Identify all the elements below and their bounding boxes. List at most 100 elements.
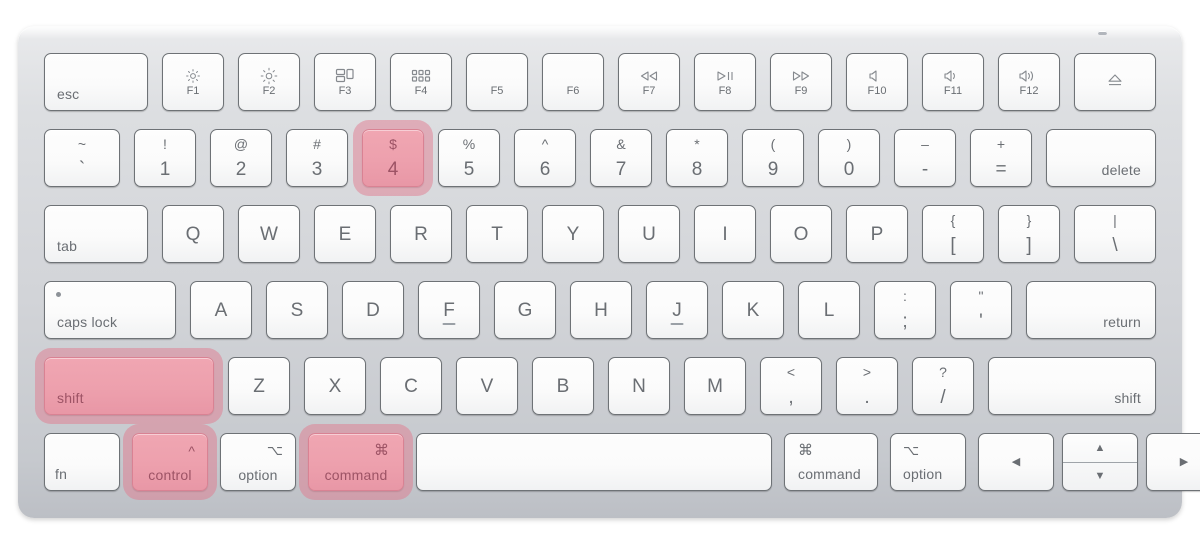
key-comma[interactable]: < ,	[760, 357, 822, 415]
key-k[interactable]: K	[722, 281, 784, 339]
key-n[interactable]: N	[608, 357, 670, 415]
arrow-left-icon: ◀	[1011, 455, 1021, 468]
key-f1[interactable]: F1	[162, 53, 224, 111]
key-f2[interactable]: F2	[238, 53, 300, 111]
key-command-left[interactable]: ⌘ command	[308, 433, 404, 491]
key-label: P	[870, 223, 884, 245]
key-f10[interactable]: F10	[846, 53, 908, 111]
key-6[interactable]: ^ 6	[514, 129, 576, 187]
key-label: C	[404, 375, 418, 397]
key-e[interactable]: E	[314, 205, 376, 263]
key-f4[interactable]: F4	[390, 53, 452, 111]
key-x[interactable]: X	[304, 357, 366, 415]
key-d[interactable]: D	[342, 281, 404, 339]
key-3[interactable]: # 3	[286, 129, 348, 187]
mute-icon	[868, 68, 886, 84]
key-equal[interactable]: + =	[970, 129, 1032, 187]
key-v[interactable]: V	[456, 357, 518, 415]
key-f3[interactable]: F3	[314, 53, 376, 111]
key-fn[interactable]: fn	[44, 433, 120, 491]
key-label: esc	[57, 86, 80, 102]
key-8[interactable]: * 8	[666, 129, 728, 187]
key-shift-right[interactable]: shift	[988, 357, 1156, 415]
key-r[interactable]: R	[390, 205, 452, 263]
key-arrow-up-down[interactable]: ▲ ▼	[1062, 433, 1138, 491]
key-f12[interactable]: F12	[998, 53, 1060, 111]
key-o[interactable]: O	[770, 205, 832, 263]
key-tab[interactable]: tab	[44, 205, 148, 263]
key-s[interactable]: S	[266, 281, 328, 339]
key-z[interactable]: Z	[228, 357, 290, 415]
key-p[interactable]: P	[846, 205, 908, 263]
key-period[interactable]: > .	[836, 357, 898, 415]
key-g[interactable]: G	[494, 281, 556, 339]
key-minus[interactable]: – -	[894, 129, 956, 187]
key-option-left[interactable]: ⌥ option	[220, 433, 296, 491]
key-7[interactable]: & 7	[590, 129, 652, 187]
key-backtick[interactable]: ~ `	[44, 129, 120, 187]
key-arrow-left[interactable]: ◀	[978, 433, 1054, 491]
mission-control-icon	[334, 68, 356, 84]
key-symbol-bottom: 3	[311, 159, 323, 180]
key-y[interactable]: Y	[542, 205, 604, 263]
key-control-left[interactable]: ^ control	[132, 433, 208, 491]
key-a[interactable]: A	[190, 281, 252, 339]
key-delete[interactable]: delete	[1046, 129, 1156, 187]
key-2[interactable]: @ 2	[210, 129, 272, 187]
key-c[interactable]: C	[380, 357, 442, 415]
key-arrow-right[interactable]: ▶	[1146, 433, 1200, 491]
key-f6[interactable]: F6	[542, 53, 604, 111]
key-w[interactable]: W	[238, 205, 300, 263]
key-symbol-top: (	[770, 136, 776, 152]
key-backslash[interactable]: | \	[1074, 205, 1156, 263]
key-esc[interactable]: esc	[44, 53, 148, 111]
arrow-up-icon[interactable]: ▲	[1063, 434, 1137, 463]
key-command-right[interactable]: ⌘ command	[784, 433, 878, 491]
key-m[interactable]: M	[684, 357, 746, 415]
fast-forward-icon	[790, 68, 812, 84]
launchpad-icon	[411, 68, 431, 84]
key-f9[interactable]: F9	[770, 53, 832, 111]
key-4[interactable]: $ 4	[362, 129, 424, 187]
key-space[interactable]	[416, 433, 772, 491]
key-caps-lock[interactable]: caps lock	[44, 281, 176, 339]
key-label: N	[632, 375, 646, 397]
key-t[interactable]: T	[466, 205, 528, 263]
key-f5[interactable]: F5	[466, 53, 528, 111]
key-label: F5	[490, 84, 504, 97]
key-f[interactable]: F	[418, 281, 480, 339]
key-u[interactable]: U	[618, 205, 680, 263]
key-9[interactable]: ( 9	[742, 129, 804, 187]
key-symbol-top: >	[862, 364, 872, 380]
key-shift-left[interactable]: shift	[44, 357, 214, 415]
key-q[interactable]: Q	[162, 205, 224, 263]
key-quote[interactable]: " '	[950, 281, 1012, 339]
key-1[interactable]: ! 1	[134, 129, 196, 187]
key-b[interactable]: B	[532, 357, 594, 415]
key-5[interactable]: % 5	[438, 129, 500, 187]
key-eject[interactable]	[1074, 53, 1156, 111]
key-semicolon[interactable]: : ;	[874, 281, 936, 339]
key-label: shift	[57, 390, 84, 406]
key-lbracket[interactable]: { [	[922, 205, 984, 263]
key-symbol-bottom: /	[940, 387, 946, 408]
key-label: G	[517, 299, 533, 321]
key-j[interactable]: J	[646, 281, 708, 339]
key-f11[interactable]: F11	[922, 53, 984, 111]
brightness-down-icon	[185, 68, 201, 84]
key-f7[interactable]: F7	[618, 53, 680, 111]
key-l[interactable]: L	[798, 281, 860, 339]
key-label: W	[260, 223, 278, 245]
key-symbol-top: *	[694, 136, 700, 152]
key-symbol-top: |	[1113, 212, 1117, 228]
key-0[interactable]: ) 0	[818, 129, 880, 187]
key-rbracket[interactable]: } ]	[998, 205, 1060, 263]
key-f8[interactable]: F8	[694, 53, 756, 111]
key-i[interactable]: I	[694, 205, 756, 263]
key-slash[interactable]: ? /	[912, 357, 974, 415]
key-return[interactable]: return	[1026, 281, 1156, 339]
arrow-down-icon[interactable]: ▼	[1063, 462, 1137, 490]
key-option-right[interactable]: ⌥ option	[890, 433, 966, 491]
key-h[interactable]: H	[570, 281, 632, 339]
key-label: V	[480, 375, 494, 397]
